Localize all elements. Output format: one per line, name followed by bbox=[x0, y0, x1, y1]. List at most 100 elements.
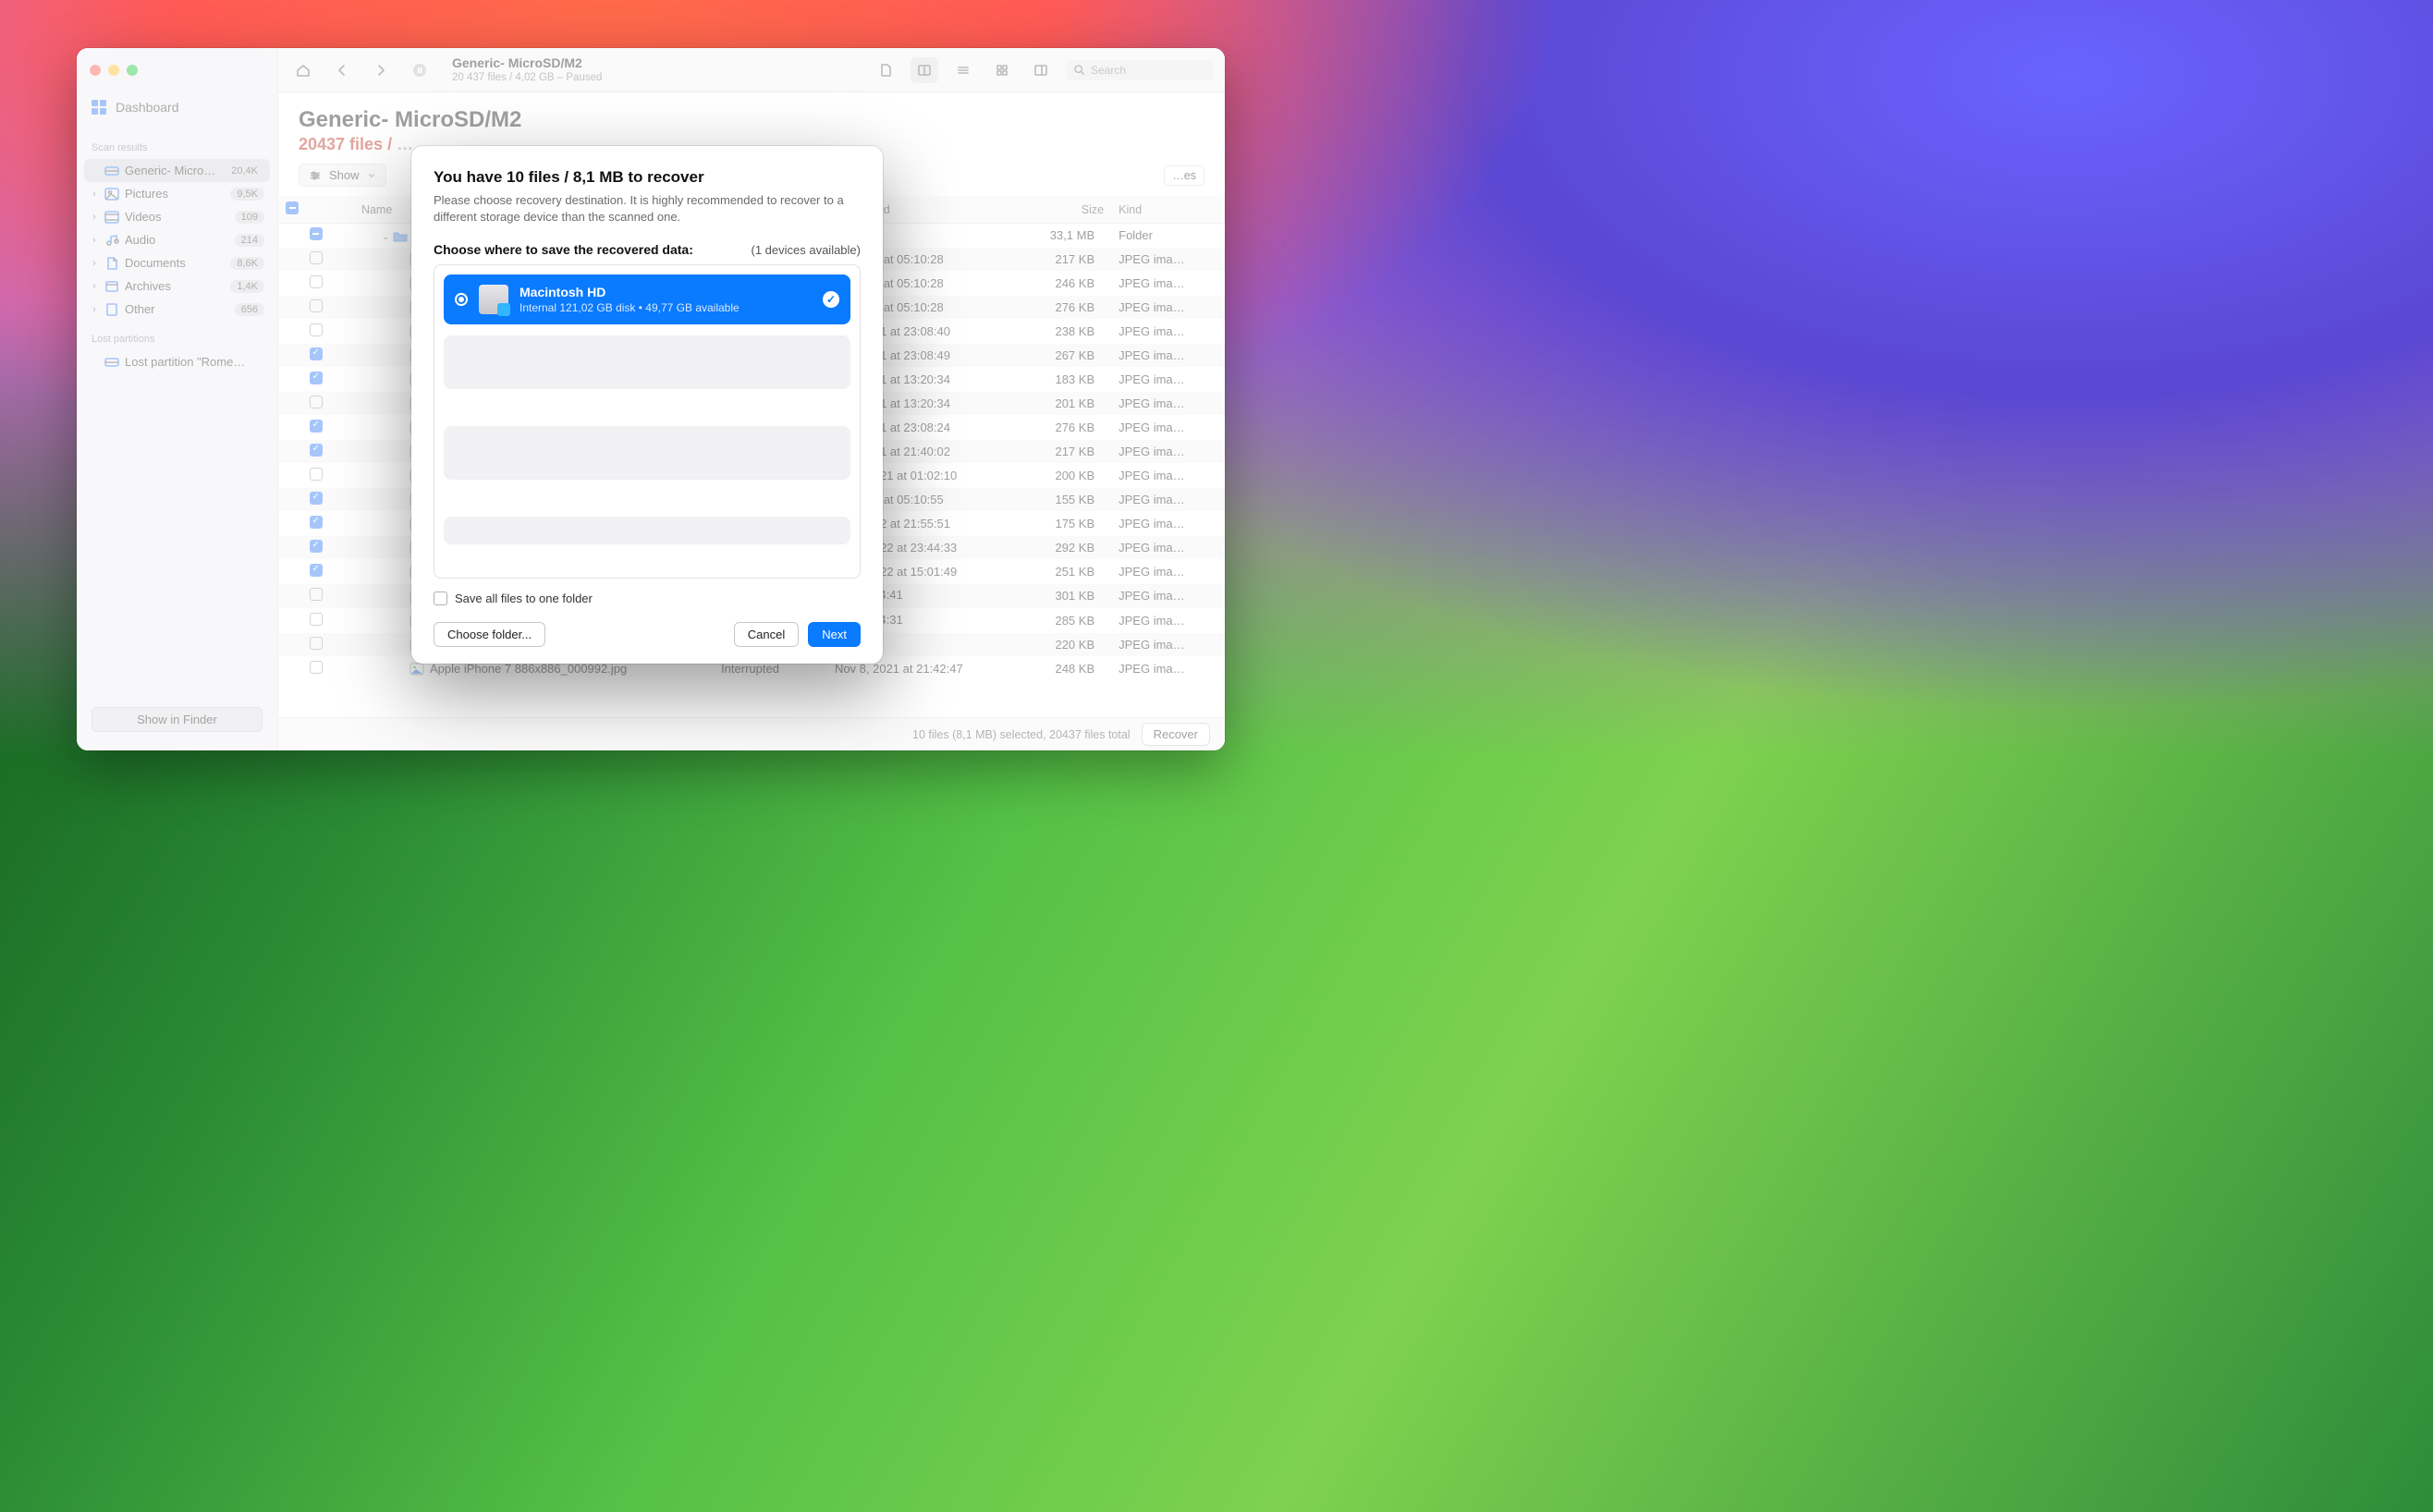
row-checkbox[interactable] bbox=[310, 299, 323, 312]
row-checkbox[interactable] bbox=[310, 468, 323, 481]
dialog-button-row: Choose folder... Cancel Next bbox=[434, 622, 861, 647]
new-doc-button[interactable] bbox=[872, 57, 899, 83]
row-checkbox[interactable] bbox=[310, 564, 323, 577]
filter-chip[interactable]: …es bbox=[1164, 165, 1204, 186]
status-text: 10 files (8,1 MB) selected, 20437 files … bbox=[912, 728, 1131, 741]
sidebar-item-generic-microsd[interactable]: Generic- Micro… 20,4K bbox=[84, 159, 270, 182]
cell-kind: JPEG ima… bbox=[1111, 512, 1225, 536]
sidebar-item-pictures[interactable]: › Pictures 9,5K bbox=[84, 182, 270, 205]
cell-kind: JPEG ima… bbox=[1111, 344, 1225, 368]
row-checkbox[interactable] bbox=[310, 540, 323, 553]
row-checkbox[interactable] bbox=[310, 637, 323, 650]
cell-size: 251 KB bbox=[1017, 560, 1111, 584]
cancel-button[interactable]: Cancel bbox=[734, 622, 799, 647]
destination-item-selected[interactable]: Macintosh HD Internal 121,02 GB disk • 4… bbox=[444, 274, 850, 324]
show-filter-button[interactable]: Show bbox=[299, 164, 386, 187]
radio-selected-icon bbox=[455, 293, 468, 306]
row-checkbox[interactable] bbox=[310, 372, 323, 384]
audio-icon bbox=[104, 234, 119, 247]
sidebar-item-label: Videos bbox=[125, 210, 229, 224]
cell-kind: JPEG ima… bbox=[1111, 608, 1225, 633]
sidebar-item-videos[interactable]: › Videos 109 bbox=[84, 205, 270, 228]
sidebar-item-label: Audio bbox=[125, 233, 229, 247]
sidebar-item-other[interactable]: › Other 656 bbox=[84, 298, 270, 321]
forward-button[interactable] bbox=[367, 57, 395, 83]
select-all-checkbox[interactable] bbox=[286, 201, 299, 214]
back-button[interactable] bbox=[328, 57, 356, 83]
cell-size: 285 KB bbox=[1017, 608, 1111, 633]
view-preview-button[interactable] bbox=[1027, 57, 1055, 83]
sidebar-dashboard[interactable]: Dashboard bbox=[84, 92, 270, 129]
home-button[interactable] bbox=[289, 57, 317, 83]
sidebar-item-badge: 656 bbox=[235, 303, 264, 316]
destination-placeholder bbox=[444, 517, 850, 544]
view-grid-button[interactable] bbox=[988, 57, 1016, 83]
cell-kind: JPEG ima… bbox=[1111, 296, 1225, 320]
row-checkbox[interactable] bbox=[310, 348, 323, 360]
sidebar-item-badge: 109 bbox=[235, 211, 264, 224]
chevron-down-icon bbox=[367, 171, 376, 180]
cell-size: 201 KB bbox=[1017, 392, 1111, 416]
col-size[interactable]: Size bbox=[1017, 196, 1111, 224]
cell-kind: JPEG ima… bbox=[1111, 368, 1225, 392]
scan-status-button[interactable] bbox=[406, 57, 434, 83]
row-checkbox[interactable] bbox=[310, 420, 323, 433]
recover-button[interactable]: Recover bbox=[1142, 723, 1210, 746]
sidebar-item-badge: 8,6K bbox=[230, 257, 264, 270]
save-all-row[interactable]: Save all files to one folder bbox=[434, 591, 861, 605]
sidebar-item-badge: 20,4K bbox=[225, 165, 264, 177]
save-all-checkbox[interactable] bbox=[434, 591, 447, 605]
sidebar-item-documents[interactable]: › Documents 8,6K bbox=[84, 251, 270, 274]
row-checkbox[interactable] bbox=[310, 613, 323, 626]
sidebar-item-audio[interactable]: › Audio 214 bbox=[84, 228, 270, 251]
cell-kind: JPEG ima… bbox=[1111, 560, 1225, 584]
row-checkbox[interactable] bbox=[310, 251, 323, 264]
zoom-window-button[interactable] bbox=[127, 65, 138, 76]
dialog-choose-label: Choose where to save the recovered data: bbox=[434, 242, 693, 257]
choose-folder-button[interactable]: Choose folder... bbox=[434, 622, 545, 647]
hard-disk-icon bbox=[479, 285, 508, 314]
destination-placeholder bbox=[444, 335, 850, 389]
cell-kind: JPEG ima… bbox=[1111, 464, 1225, 488]
save-all-label: Save all files to one folder bbox=[455, 591, 593, 605]
row-checkbox[interactable] bbox=[310, 444, 323, 457]
group-checkbox[interactable] bbox=[310, 227, 323, 240]
cell-kind: JPEG ima… bbox=[1111, 320, 1225, 344]
show-in-finder-button[interactable]: Show in Finder bbox=[92, 707, 263, 732]
page-subtitle-count: 20437 files / bbox=[299, 135, 397, 153]
row-checkbox[interactable] bbox=[310, 275, 323, 288]
chevron-down-icon[interactable]: ⌄ bbox=[382, 232, 389, 242]
row-checkbox[interactable] bbox=[310, 396, 323, 408]
next-button[interactable]: Next bbox=[808, 622, 861, 647]
view-columns-button[interactable] bbox=[911, 57, 938, 83]
row-checkbox[interactable] bbox=[310, 323, 323, 336]
row-checkbox[interactable] bbox=[310, 516, 323, 529]
minimize-window-button[interactable] bbox=[108, 65, 119, 76]
sidebar-item-archives[interactable]: › Archives 1,4K bbox=[84, 274, 270, 298]
search-field[interactable]: Search bbox=[1066, 60, 1214, 80]
toolbar: Generic- MicroSD/M2 20 437 files / 4,02 … bbox=[278, 48, 1225, 92]
view-list-button[interactable] bbox=[949, 57, 977, 83]
cell-kind: JPEG ima… bbox=[1111, 536, 1225, 560]
cell-kind: JPEG ima… bbox=[1111, 584, 1225, 609]
search-placeholder: Search bbox=[1091, 64, 1126, 77]
cell-kind: JPEG ima… bbox=[1111, 392, 1225, 416]
page-title: Generic- MicroSD/M2 bbox=[299, 107, 1204, 133]
close-window-button[interactable] bbox=[90, 65, 101, 76]
sidebar-item-lost-partition[interactable]: Lost partition "Rome… bbox=[84, 350, 270, 373]
row-checkbox[interactable] bbox=[310, 492, 323, 505]
row-checkbox[interactable] bbox=[310, 588, 323, 601]
cell-kind: JPEG ima… bbox=[1111, 272, 1225, 296]
check-icon: ✓ bbox=[823, 291, 839, 308]
row-checkbox[interactable] bbox=[310, 661, 323, 674]
toolbar-title-block: Generic- MicroSD/M2 20 437 files / 4,02 … bbox=[452, 55, 602, 85]
col-kind[interactable]: Kind bbox=[1111, 196, 1225, 224]
destination-list: Macintosh HD Internal 121,02 GB disk • 4… bbox=[434, 264, 861, 579]
sidebar-item-label: Generic- Micro… bbox=[125, 164, 219, 177]
cell-size: 175 KB bbox=[1017, 512, 1111, 536]
dialog-devices-available: (1 devices available) bbox=[751, 243, 861, 257]
dashboard-label: Dashboard bbox=[116, 100, 179, 115]
destination-name: Macintosh HD bbox=[520, 284, 812, 300]
sidebar-footer: Show in Finder bbox=[84, 700, 270, 739]
window-controls bbox=[84, 59, 270, 92]
